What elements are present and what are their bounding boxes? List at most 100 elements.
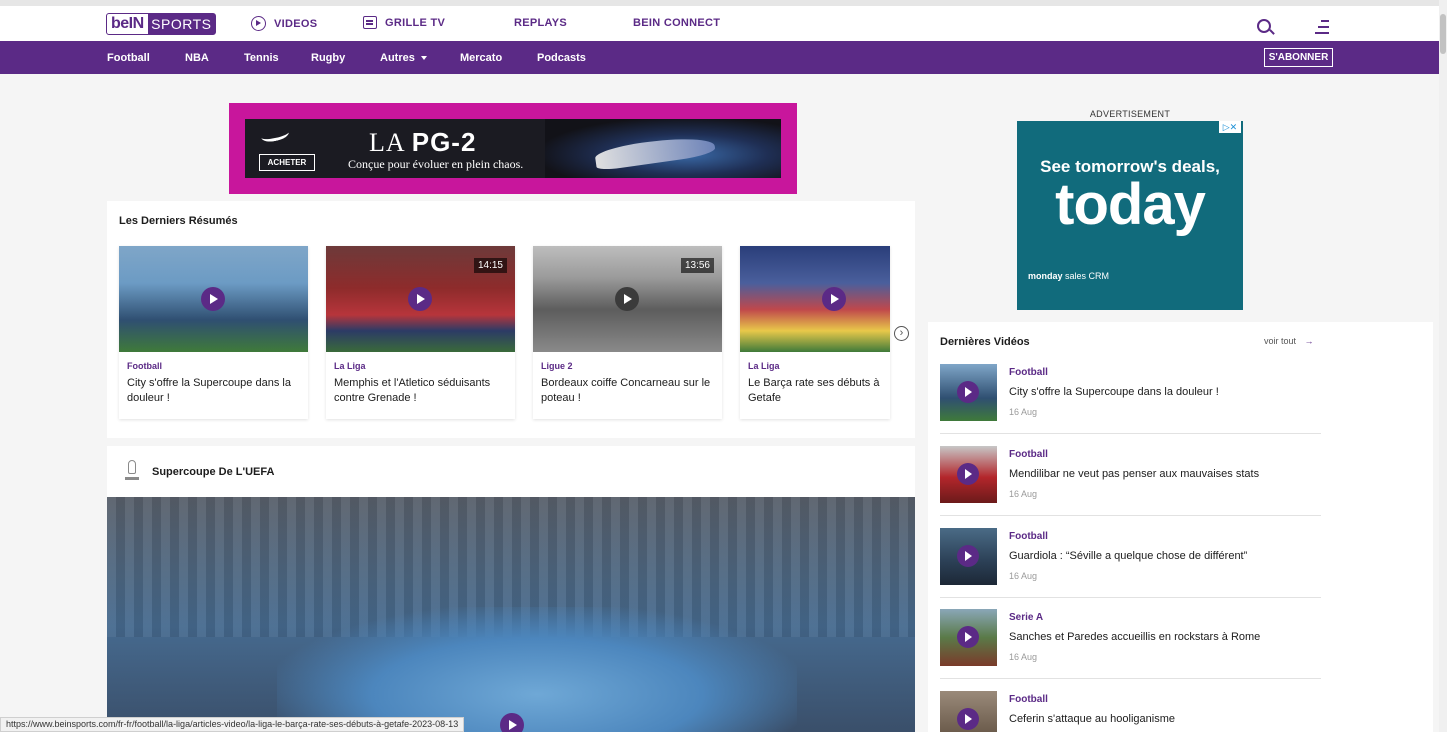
subnav-tennis[interactable]: Tennis [244, 41, 279, 74]
top-header: beIN SPORTS VIDEOS GRILLE TV REPLAYS BEI… [0, 0, 1439, 41]
video-list-item[interactable]: Football City s'offre la Supercoupe dans… [940, 364, 1321, 434]
ad-buy-button[interactable]: ACHETER [259, 154, 315, 171]
monday-brand: monday [1028, 271, 1063, 281]
video-title[interactable]: Ceferin s'attaque au hooliganisme [1009, 713, 1175, 725]
see-all-link[interactable]: voir tout → [1264, 336, 1314, 346]
players-layer [277, 607, 797, 732]
video-duration: 13:56 [680, 258, 714, 273]
latest-videos-title: Dernières Vidéos [940, 336, 1030, 348]
nike-swoosh-icon [260, 126, 290, 144]
video-title[interactable]: Mendilibar ne veut pas penser aux mauvai… [1009, 468, 1259, 480]
video-title[interactable]: Memphis et l'Atletico séduisants contre … [334, 376, 508, 406]
page-scrollbar[interactable] [1439, 0, 1447, 732]
divider [940, 597, 1321, 598]
subnav-autres[interactable]: Autres [380, 41, 427, 74]
video-thumbnail [119, 246, 308, 352]
video-list-item[interactable]: Football Mendilibar ne veut pas penser a… [940, 446, 1321, 516]
video-category[interactable]: Ligue 2 [541, 361, 573, 371]
video-list-item[interactable]: Football Guardiola : “Séville a quelque … [940, 528, 1321, 598]
video-category[interactable]: La Liga [334, 361, 366, 371]
video-thumbnail [940, 609, 997, 666]
video-title[interactable]: Bordeaux coiffe Concarneau sur le poteau… [541, 376, 715, 406]
nav-videos[interactable]: VIDEOS [251, 16, 317, 31]
video-list-item[interactable]: Football Ceferin s'attaque au hooliganis… [940, 691, 1321, 732]
subnav-mercato[interactable]: Mercato [460, 41, 502, 74]
video-thumbnail: 13:56 [533, 246, 722, 352]
video-category[interactable]: Football [127, 361, 162, 371]
menu-icon[interactable] [1315, 20, 1329, 34]
video-title[interactable]: Guardiola : “Séville a quelque chose de … [1009, 550, 1247, 562]
video-category[interactable]: Serie A [1009, 612, 1043, 623]
play-icon[interactable] [615, 287, 639, 311]
browser-status-url: https://www.beinsports.com/fr-fr/footbal… [0, 717, 465, 732]
subnav-podcasts-label: Podcasts [537, 51, 586, 64]
video-category[interactable]: La Liga [748, 361, 780, 371]
play-icon[interactable] [957, 463, 979, 485]
video-thumbnail [940, 446, 997, 503]
video-thumbnail: 14:15 [326, 246, 515, 352]
arrow-right-icon: → [1304, 336, 1314, 346]
search-icon[interactable] [1257, 19, 1271, 33]
tv-guide-icon [363, 16, 377, 29]
play-icon[interactable] [957, 545, 979, 567]
monday-logo: monday sales CRM [1028, 271, 1109, 281]
subnav-podcasts[interactable]: Podcasts [537, 41, 586, 74]
ad-choices-icon[interactable]: ▷✕ [1219, 121, 1241, 133]
supercoupe-hero-image[interactable] [107, 497, 915, 732]
ad-banner-inner: ACHETER LA PG-2 Conçue pour évoluer en p… [245, 119, 781, 178]
subnav-nba-label: NBA [185, 51, 209, 64]
subnav-football[interactable]: Football [107, 41, 150, 74]
nav-replays-label: REPLAYS [514, 17, 568, 29]
play-icon[interactable] [957, 708, 979, 730]
nav-connect-label: BEIN CONNECT [633, 17, 721, 29]
monday-ad[interactable]: ▷✕ See tomorrow's deals, today monday sa… [1017, 121, 1243, 310]
monday-brand-suffix: sales CRM [1062, 271, 1110, 281]
video-thumbnail [940, 691, 997, 732]
shoe-image [545, 119, 781, 178]
video-date: 16 Aug [1009, 571, 1038, 581]
video-category[interactable]: Football [1009, 694, 1048, 705]
play-icon[interactable] [957, 381, 979, 403]
play-icon[interactable] [957, 626, 979, 648]
play-icon[interactable] [822, 287, 846, 311]
nav-replays[interactable]: REPLAYS [514, 17, 567, 29]
play-icon[interactable] [500, 713, 524, 732]
sports-nav-bar: Football NBA Tennis Rugby Autres Mercato… [0, 41, 1439, 74]
nav-bein-connect[interactable]: BEIN CONNECT [633, 17, 720, 29]
video-list-item[interactable]: Serie A Sanches et Paredes accueillis en… [940, 609, 1321, 679]
video-date: 16 Aug [1009, 489, 1038, 499]
divider [940, 678, 1321, 679]
supercoupe-title: Supercoupe De L'UEFA [152, 466, 275, 478]
video-category[interactable]: Football [1009, 449, 1048, 460]
subnav-rugby[interactable]: Rugby [311, 41, 345, 74]
uefa-super-cup-logo [123, 458, 141, 484]
subscribe-button[interactable]: S'ABONNER [1264, 48, 1333, 67]
video-category[interactable]: Football [1009, 531, 1048, 542]
play-icon[interactable] [408, 287, 432, 311]
video-title[interactable]: Sanches et Paredes accueillis en rocksta… [1009, 631, 1260, 643]
video-title[interactable]: Le Barça rate ses débuts à Getafe [748, 376, 890, 406]
video-card[interactable]: 13:56 Ligue 2 Bordeaux coiffe Concarneau… [533, 246, 722, 419]
video-category[interactable]: Football [1009, 367, 1048, 378]
video-card[interactable]: La Liga Le Barça rate ses débuts à Getaf… [740, 246, 890, 419]
nav-grille-label: GRILLE TV [385, 16, 446, 29]
ad-title-la: LA [369, 128, 412, 157]
divider [940, 433, 1321, 434]
nav-grille-tv[interactable]: GRILLE TV [363, 16, 445, 29]
resumes-title: Les Derniers Résumés [119, 215, 238, 227]
video-date: 16 Aug [1009, 407, 1038, 417]
video-thumbnail [740, 246, 890, 352]
video-card[interactable]: Football City s'offre la Supercoupe dans… [119, 246, 308, 419]
video-thumbnail [940, 528, 997, 585]
scrollbar-thumb[interactable] [1440, 14, 1446, 54]
subnav-nba[interactable]: NBA [185, 41, 209, 74]
play-icon[interactable] [201, 287, 225, 311]
nike-ad-banner[interactable]: ACHETER LA PG-2 Conçue pour évoluer en p… [229, 103, 797, 194]
video-title[interactable]: City s'offre la Supercoupe dans la doule… [127, 376, 301, 406]
carousel-next-icon[interactable]: › [894, 326, 909, 341]
bein-sports-logo[interactable]: beIN SPORTS [106, 13, 216, 35]
subnav-autres-label: Autres [380, 51, 415, 64]
ad-line2: today [1055, 172, 1206, 237]
video-title[interactable]: City s'offre la Supercoupe dans la doule… [1009, 386, 1219, 398]
video-card[interactable]: 14:15 La Liga Memphis et l'Atletico sédu… [326, 246, 515, 419]
